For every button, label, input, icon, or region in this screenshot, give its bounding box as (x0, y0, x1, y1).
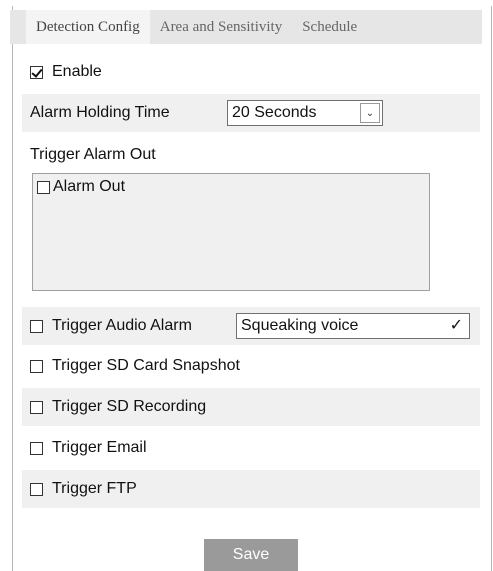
alarm-holding-label: Alarm Holding Time (30, 104, 170, 121)
tab-bar: Detection Config Area and Sensitivity Sc… (10, 10, 482, 44)
enable-row: Enable (22, 53, 480, 91)
email-label: Trigger Email (52, 439, 147, 456)
alarm-holding-value: 20 Seconds (232, 104, 317, 121)
sd-snapshot-row: Trigger SD Card Snapshot (22, 347, 480, 385)
tab-detection-config[interactable]: Detection Config (26, 10, 150, 44)
trigger-alarm-out-row: Trigger Alarm Out (22, 136, 480, 174)
alarm-out-list: Alarm Out (32, 173, 430, 291)
chevron-down-icon[interactable]: ⌄ (360, 103, 380, 123)
audio-alarm-label: Trigger Audio Alarm (52, 317, 192, 334)
sd-snapshot-checkbox[interactable] (30, 359, 43, 373)
ftp-label: Trigger FTP (52, 480, 137, 497)
alarm-out-item[interactable]: Alarm Out (37, 178, 425, 196)
sd-recording-label: Trigger SD Recording (52, 398, 207, 415)
ftp-row: Trigger FTP (22, 470, 480, 508)
tab-area-and-sensitivity[interactable]: Area and Sensitivity (150, 10, 292, 44)
enable-checkbox[interactable] (30, 65, 43, 79)
tab-schedule[interactable]: Schedule (292, 10, 367, 44)
audio-alarm-value: Squeaking voice (241, 317, 359, 334)
email-checkbox[interactable] (30, 441, 43, 455)
audio-alarm-checkbox[interactable] (30, 319, 43, 333)
sd-recording-row: Trigger SD Recording (22, 388, 480, 426)
ftp-checkbox[interactable] (30, 482, 43, 496)
audio-alarm-select[interactable]: Squeaking voice ✓ (236, 313, 470, 339)
alarm-out-label: Alarm Out (53, 178, 126, 195)
enable-label: Enable (52, 63, 102, 80)
save-button[interactable]: Save (204, 539, 298, 571)
sd-recording-checkbox[interactable] (30, 400, 43, 414)
chevron-down-icon[interactable]: ✓ (450, 315, 463, 335)
sd-snapshot-label: Trigger SD Card Snapshot (52, 357, 240, 374)
alarm-out-checkbox[interactable] (37, 180, 50, 194)
alarm-holding-select[interactable]: 20 Seconds ⌄ (227, 100, 383, 126)
trigger-alarm-out-label: Trigger Alarm Out (30, 146, 156, 163)
email-row: Trigger Email (22, 429, 480, 467)
